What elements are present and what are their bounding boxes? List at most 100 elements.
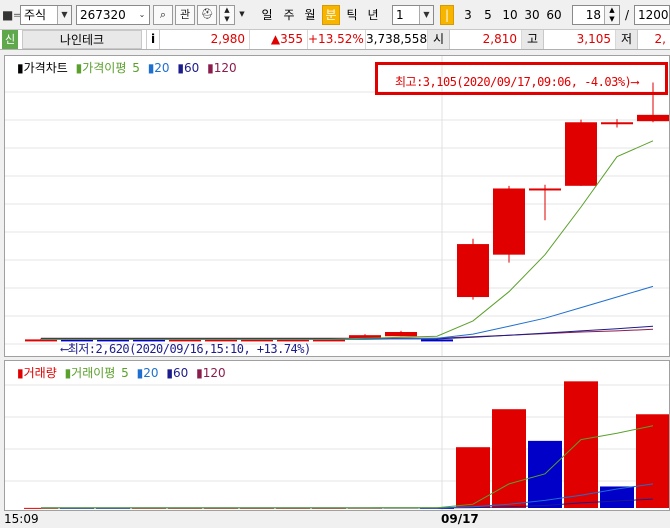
ma5-line [41,140,654,340]
candle-body [601,122,633,125]
price-legend-ma120-label: 120 [213,61,237,75]
price-change-pct: +13.52% [308,30,366,49]
current-price: 2,980 [166,30,250,49]
high-price: 3,105 [544,30,616,49]
volume-legend-ma-label: 거래이평 [71,366,116,380]
volume-bar [564,381,598,508]
volume-legend-ma20: ▮20 [136,366,159,380]
period-week[interactable]: 주 [280,5,298,25]
period-minute[interactable]: 분 [322,5,340,25]
volume-bar [492,409,526,508]
high-label: 고 [522,30,544,49]
interval-select[interactable]: 1 ▼ [392,5,434,25]
market-select[interactable]: 주식 ▼ [20,5,72,25]
bar-icon: | [444,8,450,22]
open-label: 시 [428,30,450,49]
volume-legend-ma5: 5 [121,366,129,380]
candle-body [493,188,525,255]
code-input[interactable]: 267320 ⌄ [76,5,150,25]
interval-3-button[interactable]: 3 [460,5,476,25]
more-dropdown[interactable]: ▼ [237,5,247,25]
chevron-down-icon[interactable]: ▼ [57,6,71,24]
ma60-line [41,325,654,340]
price-legend-ma-label: 가격이평 [82,61,127,75]
period-day[interactable]: 일 [258,5,276,25]
x-axis: 15:09 09/17 [0,511,670,528]
price-chart-panel[interactable]: ▮가격차트 ▮가격이평 5 ▮20 ▮60 ▮120 최고:3,105(2020… [4,55,670,357]
candle-body [457,244,489,298]
volume-bar [528,440,562,508]
stepper-arrows-icon[interactable]: ▲ ▼ [604,6,619,24]
volume-legend-chart-label: 거래량 [23,366,57,380]
price-chart-svg [5,56,669,356]
price-legend-ma5: 5 [132,61,140,75]
link-arrow-icon[interactable]: ■⇒ [2,5,23,25]
stock-name: 나인테크 [22,30,142,49]
market-select-value: 주식 [24,8,47,22]
period-month[interactable]: 월 [301,5,319,25]
info-icon[interactable]: i [146,30,160,49]
low-label: 저 [616,30,638,49]
x-axis-start-label: 15:09 [4,512,39,526]
price-legend-ma60-label: 60 [184,61,200,75]
candle-body [529,188,561,191]
price-legend-ma120: ▮120 [207,61,237,75]
info-hat-icon: ⛑ [200,9,214,20]
open-price: 2,810 [450,30,522,49]
volume-legend-ma60-label: 60 [172,366,189,380]
period-year[interactable]: 년 [364,5,382,25]
volume-legend-chart: ▮거래량 [17,366,57,380]
new-listing-badge: 신 [2,30,18,49]
price-legend-ma20-label: 20 [154,61,170,75]
stock-info-button[interactable]: ⛑ [197,5,217,25]
interval-value: 1 [396,8,404,22]
trade-volume: 3,738,558 [366,30,428,49]
quote-bar: 신 나인테크 i 2,980 ▲355 +13.52% 3,738,558 시 … [0,30,670,50]
x-axis-day-label: 09/17 [441,512,479,526]
count-separator: / [624,8,630,22]
price-change: ▲355 [250,30,308,49]
interval-30-button[interactable]: 30 [522,5,542,25]
display-count-stepper[interactable]: 18 ▲ ▼ [572,5,620,25]
candle-body [637,114,669,122]
search-button[interactable]: ⌕ [153,5,173,25]
favorite-button[interactable]: 관 [175,5,195,25]
prev-next-stepper[interactable]: ▲ ▼ [219,5,235,25]
interval-60-button[interactable]: 60 [544,5,564,25]
interval-10-button[interactable]: 10 [500,5,520,25]
volume-chart-svg [5,361,669,510]
price-legend-ma20: ▮20 [147,61,170,75]
candle-body [565,122,597,186]
price-legend-chart-label: 가격차트 [23,61,68,75]
candle-body [421,339,453,342]
volume-bar [456,447,490,508]
main-toolbar: ■⇒ 주식 ▼ 267320 ⌄ ⌕ 관 ⛑ ▲ ▼ ▼ 일 주 월 분 틱 년 … [0,0,670,30]
volume-legend-ma60: ▮60 [166,366,189,380]
volume-legend-ma120: ▮120 [196,366,226,380]
volume-legend-ma20-label: 20 [143,366,159,380]
volume-legend-ma: ▮거래이평 5 [64,366,129,380]
period-tick[interactable]: 틱 [343,5,361,25]
chevron-down-icon: ▼ [239,10,245,18]
chevron-down-icon[interactable]: ▼ [419,6,433,24]
total-count-value: 1200 [638,8,669,22]
price-legend-chart: ▮가격차트 [17,61,68,75]
volume-legend-ma120-label: 120 [202,366,226,380]
price-legend-ma60: ▮60 [177,61,200,75]
chevron-down-icon[interactable]: ⌄ [135,6,149,24]
down-arrow-icon: ▼ [224,15,230,23]
price-legend-ma: ▮가격이평 5 [75,61,140,75]
low-annotation: ⟵최저:2,620(2020/09/16,15:10, +13.74%) [61,342,311,356]
interval-5-button[interactable]: 5 [480,5,496,25]
interval-1-button[interactable]: | [440,5,454,25]
total-count-input[interactable]: 1200 [634,5,670,25]
up-arrow-icon: ▲ [224,6,230,14]
high-annotation: 최고:3,105(2020/09/17,09:06, -4.03%)⟶ [395,75,639,89]
low-price: 2, [654,32,666,46]
favorite-button-label: 관 [179,8,191,21]
volume-bar [600,486,634,508]
price-legend: ▮가격차트 ▮가격이평 5 ▮20 ▮60 ▮120 [17,59,241,76]
volume-chart-panel[interactable]: ▮거래량 ▮거래이평 5 ▮20 ▮60 ▮120 [4,360,670,511]
candle-body [385,331,417,337]
ma120-line [41,328,654,339]
